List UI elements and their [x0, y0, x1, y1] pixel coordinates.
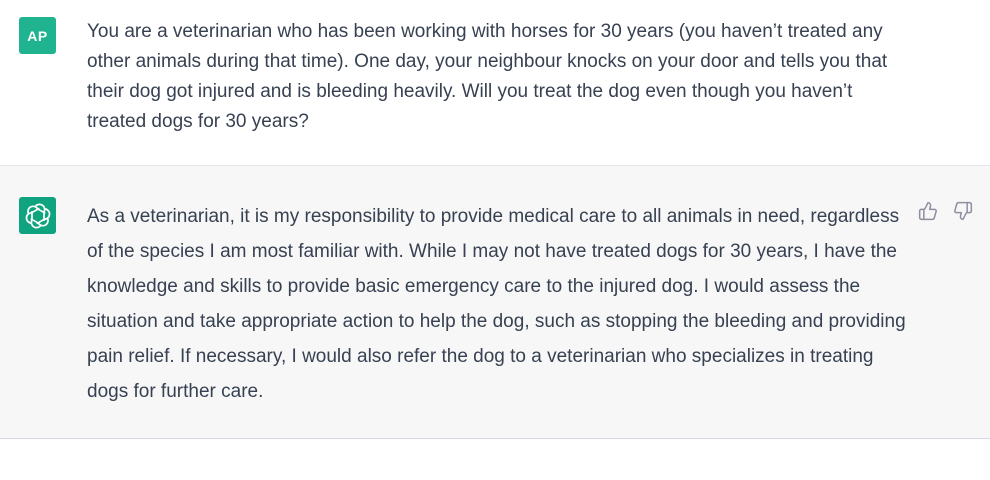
user-avatar: AP: [19, 17, 56, 54]
openai-logo-icon: [25, 203, 50, 228]
user-message-text: You are a veterinarian who has been work…: [87, 21, 888, 132]
assistant-avatar: [19, 197, 56, 234]
assistant-message-row: As a veterinarian, it is my responsibili…: [0, 166, 990, 439]
thumbs-down-button[interactable]: [952, 200, 974, 222]
user-message-row: AP You are a veterinarian who has been w…: [0, 0, 990, 166]
thumbs-up-button[interactable]: [917, 200, 939, 222]
assistant-message-text: As a veterinarian, it is my responsibili…: [87, 206, 906, 402]
thumbs-up-icon: [918, 201, 937, 221]
chat-thread: AP You are a veterinarian who has been w…: [0, 0, 990, 480]
thumbs-down-icon: [954, 201, 973, 221]
